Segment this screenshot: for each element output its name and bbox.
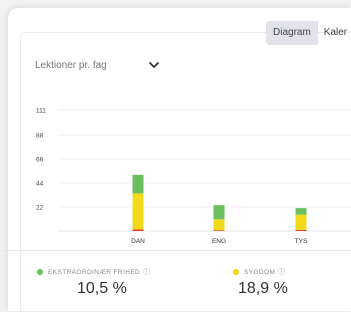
stat-label: SYGDOM [244,268,276,276]
info-icon[interactable]: ⓘ [278,267,285,277]
x-tick-label: DAN [131,238,145,245]
stat-label: EKSTRAORDINÆR FRIHED [48,268,141,276]
bar-segment [213,230,225,231]
bar-chart: 22 44 66 88 111 DAN ENG TYS [36,108,351,245]
stat-ekstraordinaer-frihed: EKSTRAORDINÆR FRIHED ⓘ 10,5 % [37,266,150,298]
legend-dot-yellow [233,269,239,275]
info-icon[interactable]: ⓘ [143,267,150,277]
y-tick-label: 66 [36,157,44,164]
legend-dot-green [37,269,43,275]
x-tick-label: TYS [295,238,308,245]
bar-segment [295,208,307,215]
x-tick-label: ENG [212,238,226,245]
bar-segment [132,229,144,231]
bar-segment [213,205,225,220]
bar-segment [132,193,144,230]
y-tick-label: 88 [36,133,44,140]
y-tick-label: 22 [36,205,44,212]
stat-value: 18,9 % [238,280,288,297]
divider [0,250,351,251]
y-tick-label: 111 [36,108,46,115]
y-tick-label: 44 [36,181,44,188]
bar-segment [295,214,307,230]
stat-value: 10,5 % [77,280,127,297]
bar-segment [295,229,307,231]
stat-sygdom: SYGDOM ⓘ 18,9 % [233,266,288,298]
bar-segment [132,174,144,194]
bar-segment [213,219,225,231]
